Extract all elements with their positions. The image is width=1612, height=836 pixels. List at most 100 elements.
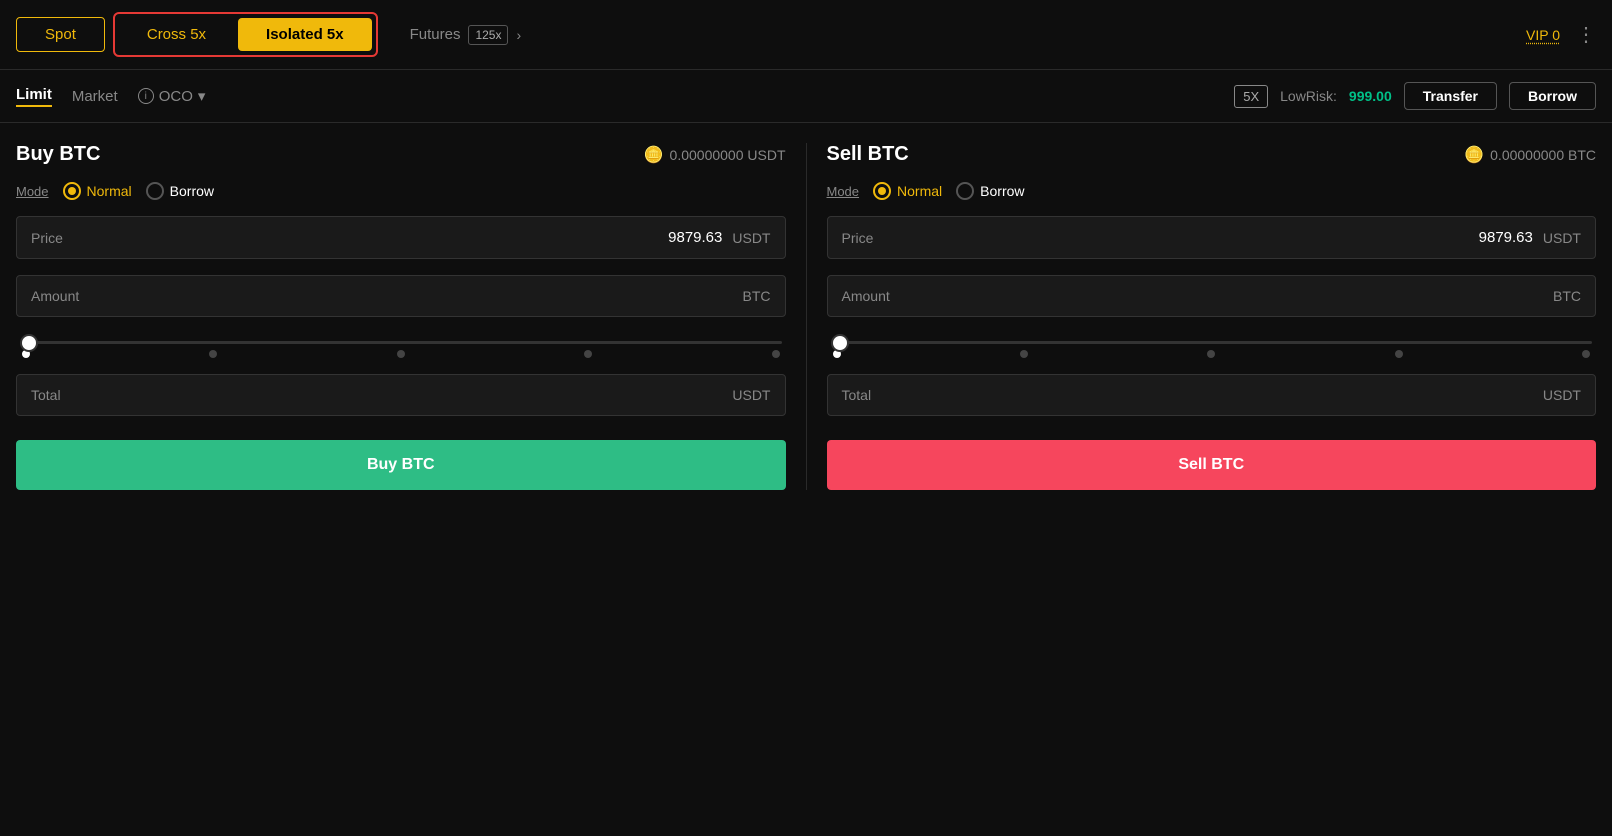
sell-panel: Sell BTC 🪙 0.00000000 BTC Mode Normal Bo…	[827, 143, 1597, 490]
buy-total-label: Total	[31, 387, 61, 403]
margin-tabs-outlined: Cross 5x Isolated 5x	[113, 12, 378, 57]
chevron-right-icon[interactable]: ›	[516, 27, 521, 43]
buy-total-field[interactable]: Total USDT	[16, 374, 786, 416]
leverage-badge[interactable]: 5X	[1234, 85, 1268, 108]
sell-borrow-radio[interactable]: Borrow	[956, 182, 1024, 200]
sell-amount-label: Amount	[842, 288, 890, 304]
buy-panel-header: Buy BTC 🪙 0.00000000 USDT	[16, 143, 786, 166]
sell-slider-dot-4	[1582, 350, 1590, 358]
sell-price-currency: USDT	[1543, 230, 1581, 246]
sell-normal-radio[interactable]: Normal	[873, 182, 942, 200]
sell-normal-radio-inner	[878, 187, 886, 195]
sell-balance-info: 🪙 0.00000000 BTC	[1464, 145, 1596, 165]
buy-panel: Buy BTC 🪙 0.00000000 USDT Mode Normal Bo…	[16, 143, 786, 490]
sell-price-value: 9879.63	[1479, 229, 1533, 246]
sell-price-label: Price	[842, 230, 874, 246]
futures-leverage-badge[interactable]: 125x	[468, 25, 508, 45]
sell-borrow-radio-circle[interactable]	[956, 182, 974, 200]
order-types: Limit Market i OCO ▾	[16, 86, 205, 107]
sell-btc-button[interactable]: Sell BTC	[827, 440, 1597, 490]
buy-panel-title: Buy BTC	[16, 143, 100, 166]
buy-borrow-radio[interactable]: Borrow	[146, 182, 214, 200]
buy-mode-label[interactable]: Mode	[16, 184, 49, 199]
buy-slider-thumb[interactable]	[20, 334, 38, 352]
buy-normal-label: Normal	[87, 183, 132, 199]
sell-amount-right: BTC	[1553, 288, 1581, 304]
limit-tab[interactable]: Limit	[16, 86, 52, 107]
sell-total-label: Total	[842, 387, 872, 403]
buy-amount-label: Amount	[31, 288, 79, 304]
sell-wallet-icon: 🪙	[1464, 145, 1484, 165]
buy-borrow-radio-circle[interactable]	[146, 182, 164, 200]
buy-btc-button[interactable]: Buy BTC	[16, 440, 786, 490]
info-icon: i	[138, 88, 154, 104]
buy-normal-radio-circle[interactable]	[63, 182, 81, 200]
buy-normal-radio-inner	[68, 187, 76, 195]
sell-total-right: USDT	[1543, 387, 1581, 403]
lowrisk-label: LowRisk:	[1280, 88, 1337, 104]
sell-price-field[interactable]: Price 9879.63 USDT	[827, 216, 1597, 259]
sell-slider-container	[827, 333, 1597, 358]
toolbar-right: 5X LowRisk: 999.00 Transfer Borrow	[1234, 82, 1596, 110]
buy-mode-row: Mode Normal Borrow	[16, 182, 786, 200]
vip-label[interactable]: VIP 0	[1526, 27, 1560, 43]
sell-slider-dot-2	[1207, 350, 1215, 358]
futures-label: Futures	[410, 26, 461, 43]
buy-slider-dot-2	[397, 350, 405, 358]
buy-price-field[interactable]: Price 9879.63 USDT	[16, 216, 786, 259]
sell-slider-dots	[831, 350, 1593, 358]
buy-amount-currency: BTC	[743, 288, 771, 304]
oco-label: OCO	[159, 88, 193, 105]
futures-section: Futures 125x ›	[410, 25, 522, 45]
buy-price-currency: USDT	[732, 230, 770, 246]
sell-slider-dot-1	[1020, 350, 1028, 358]
sell-slider-thumb[interactable]	[831, 334, 849, 352]
spot-tab[interactable]: Spot	[16, 17, 105, 52]
top-bar: Spot Cross 5x Isolated 5x Futures 125x ›…	[0, 0, 1612, 70]
sell-normal-label: Normal	[897, 183, 942, 199]
sell-total-currency: USDT	[1543, 387, 1581, 403]
wallet-icon: 🪙	[644, 145, 664, 165]
lowrisk-value: 999.00	[1349, 88, 1392, 104]
buy-price-right: 9879.63 USDT	[668, 229, 770, 246]
buy-total-currency: USDT	[732, 387, 770, 403]
buy-slider-container	[16, 333, 786, 358]
buy-slider-dot-1	[209, 350, 217, 358]
buy-slider-dot-3	[584, 350, 592, 358]
borrow-button[interactable]: Borrow	[1509, 82, 1596, 110]
sell-price-right: 9879.63 USDT	[1479, 229, 1581, 246]
buy-amount-right: BTC	[743, 288, 771, 304]
top-right: VIP 0 ⋮	[1526, 22, 1596, 47]
buy-normal-radio[interactable]: Normal	[63, 182, 132, 200]
cross-tab[interactable]: Cross 5x	[119, 18, 234, 51]
order-toolbar: Limit Market i OCO ▾ 5X LowRisk: 999.00 …	[0, 70, 1612, 123]
buy-price-value: 9879.63	[668, 229, 722, 246]
buy-price-label: Price	[31, 230, 63, 246]
sell-total-field[interactable]: Total USDT	[827, 374, 1597, 416]
market-tab[interactable]: Market	[72, 88, 118, 105]
buy-balance: 0.00000000 USDT	[670, 147, 786, 163]
main-content: Buy BTC 🪙 0.00000000 USDT Mode Normal Bo…	[0, 123, 1612, 510]
sell-amount-currency: BTC	[1553, 288, 1581, 304]
buy-slider-track[interactable]	[20, 341, 782, 344]
sell-panel-title: Sell BTC	[827, 143, 909, 166]
sell-borrow-label: Borrow	[980, 183, 1024, 199]
oco-button[interactable]: i OCO ▾	[138, 87, 206, 105]
buy-slider-dot-4	[772, 350, 780, 358]
buy-slider-dots	[20, 350, 782, 358]
sell-normal-radio-circle[interactable]	[873, 182, 891, 200]
isolated-tab[interactable]: Isolated 5x	[238, 18, 372, 51]
buy-amount-field[interactable]: Amount BTC	[16, 275, 786, 317]
more-options-icon[interactable]: ⋮	[1576, 22, 1596, 47]
sell-amount-field[interactable]: Amount BTC	[827, 275, 1597, 317]
buy-balance-info: 🪙 0.00000000 USDT	[644, 145, 786, 165]
sell-panel-header: Sell BTC 🪙 0.00000000 BTC	[827, 143, 1597, 166]
sell-mode-label[interactable]: Mode	[827, 184, 860, 199]
buy-total-right: USDT	[732, 387, 770, 403]
oco-dropdown-icon: ▾	[198, 87, 206, 105]
panel-divider	[806, 143, 807, 490]
buy-borrow-label: Borrow	[170, 183, 214, 199]
sell-slider-track[interactable]	[831, 341, 1593, 344]
sell-mode-row: Mode Normal Borrow	[827, 182, 1597, 200]
transfer-button[interactable]: Transfer	[1404, 82, 1497, 110]
